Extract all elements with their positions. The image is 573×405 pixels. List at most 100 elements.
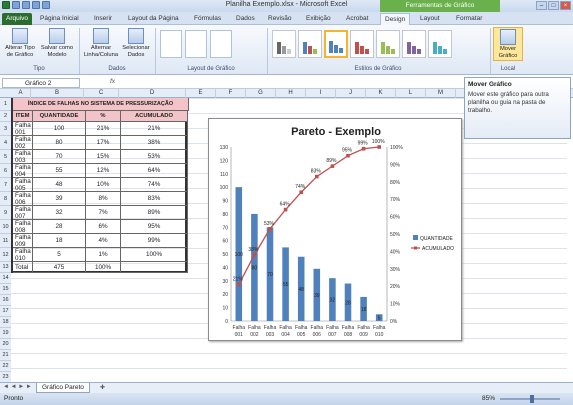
column-header-k[interactable]: K [366, 89, 396, 98]
column-header-c[interactable]: C [84, 89, 119, 98]
table-cell[interactable]: 55 [33, 164, 86, 178]
table-cell[interactable]: Falha 002 [13, 136, 33, 150]
table-cell[interactable]: 80 [33, 136, 86, 150]
table-cell[interactable]: 7% [86, 206, 121, 220]
table-cell[interactable]: 64% [121, 164, 188, 178]
row-header-5[interactable]: 5 [0, 150, 11, 164]
table-cell[interactable]: Falha 001 [13, 122, 33, 136]
tab-arquivo[interactable]: Arquivo [2, 13, 33, 25]
chart-style-option-selected[interactable] [324, 30, 348, 58]
chart-layout-option[interactable] [185, 30, 207, 58]
minimize-icon[interactable]: – [536, 1, 547, 10]
pareto-chart[interactable]: Pareto - Exemplo 0 10 20 30 40 50 60 70 80 90 100 1… [208, 118, 462, 341]
table-cell[interactable]: 28 [33, 220, 86, 234]
table-cell[interactable]: 5 [33, 248, 86, 262]
table-cell[interactable]: Falha 008 [13, 220, 33, 234]
table-cell[interactable]: 89% [121, 206, 188, 220]
column-header-f[interactable]: F [216, 89, 246, 98]
row-header-18[interactable]: 18 [0, 317, 11, 328]
chart-style-option[interactable] [298, 30, 322, 58]
table-cell[interactable]: 100 [33, 122, 86, 136]
table-cell[interactable]: Falha 010 [13, 248, 33, 262]
fx-icon[interactable]: fx [110, 78, 115, 85]
switch-row-column-button[interactable]: Alternar Linha/Coluna [82, 28, 120, 58]
table-cell[interactable]: 17% [86, 136, 121, 150]
column-header-e[interactable]: E [186, 89, 216, 98]
table-cell[interactable]: Falha 006 [13, 192, 33, 206]
table-total-cell[interactable]: 475 [33, 262, 86, 273]
close-icon[interactable]: × [560, 1, 571, 10]
table-total-cell[interactable] [121, 262, 188, 273]
table-cell[interactable]: 18 [33, 234, 86, 248]
table-cell[interactable]: 95% [121, 220, 188, 234]
table-cell[interactable]: 83% [121, 192, 188, 206]
row-header-13[interactable]: 13 [0, 262, 11, 273]
row-header-16[interactable]: 16 [0, 295, 11, 306]
column-header-b[interactable]: B [31, 89, 84, 98]
row-header-22[interactable]: 22 [0, 361, 11, 372]
table-cell[interactable]: 39 [33, 192, 86, 206]
table-cell[interactable]: 70 [33, 150, 86, 164]
chart-style-option[interactable] [350, 30, 374, 58]
tab-dados[interactable]: Dados [232, 13, 259, 25]
row-header-19[interactable]: 19 [0, 328, 11, 339]
table-header-cell[interactable]: ACUMULADO [121, 111, 188, 122]
column-header-j[interactable]: J [336, 89, 366, 98]
table-cell[interactable]: Falha 007 [13, 206, 33, 220]
table-cell[interactable]: 48 [33, 178, 86, 192]
tab-acrobat[interactable]: Acrobat [342, 13, 372, 25]
table-cell[interactable]: 1% [86, 248, 121, 262]
table-cell[interactable]: Falha 003 [13, 150, 33, 164]
name-box[interactable]: Gráfico 2 [2, 78, 80, 88]
table-cell[interactable]: 100% [121, 248, 188, 262]
column-header-l[interactable]: L [396, 89, 426, 98]
column-header-g[interactable]: G [246, 89, 276, 98]
change-chart-type-button[interactable]: Alterar Tipo de Gráfico [2, 28, 38, 58]
row-header-12[interactable]: 12 [0, 248, 11, 262]
maximize-icon[interactable]: □ [548, 1, 559, 10]
chart-style-option[interactable] [428, 30, 452, 58]
row-header-11[interactable]: 11 [0, 234, 11, 248]
table-cell[interactable]: 38% [121, 136, 188, 150]
row-header-1[interactable]: 1 [0, 98, 11, 111]
row-header-9[interactable]: 9 [0, 206, 11, 220]
tab-formulas[interactable]: Fórmulas [190, 13, 225, 25]
tab-exibicao[interactable]: Exibição [302, 13, 335, 25]
table-cell[interactable]: 12% [86, 164, 121, 178]
column-header-a[interactable]: A [11, 89, 31, 98]
zoom-slider-thumb[interactable] [530, 395, 534, 403]
tab-inserir[interactable]: Inserir [90, 13, 116, 25]
column-header-i[interactable]: I [306, 89, 336, 98]
move-chart-button[interactable]: Mover Gráfico [493, 27, 523, 61]
table-header-cell[interactable]: QUANTIDADE [33, 111, 86, 122]
table-cell[interactable]: 21% [121, 122, 188, 136]
table-cell[interactable]: 15% [86, 150, 121, 164]
table-cell[interactable]: 21% [86, 122, 121, 136]
row-header-15[interactable]: 15 [0, 284, 11, 295]
tab-layout[interactable]: Layout [416, 13, 444, 25]
table-cell[interactable]: 4% [86, 234, 121, 248]
sheet-tab-grafico-pareto[interactable]: Gráfico Pareto [36, 383, 90, 393]
tab-layout-pagina[interactable]: Layout da Página [124, 13, 183, 25]
table-cell[interactable]: 99% [121, 234, 188, 248]
chart-style-option[interactable] [272, 30, 296, 58]
table-header-cell[interactable]: ITEM [13, 111, 33, 122]
save-template-button[interactable]: Salvar como Modelo [40, 28, 74, 58]
row-header-10[interactable]: 10 [0, 220, 11, 234]
row-header-14[interactable]: 14 [0, 273, 11, 284]
table-total-cell[interactable]: 100% [86, 262, 121, 273]
tab-revisao[interactable]: Revisão [264, 13, 295, 25]
table-title[interactable]: ÍNDICE DE FALHAS NO SISTEMA DE PRESSURIZ… [13, 98, 189, 111]
chart-style-option[interactable] [376, 30, 400, 58]
chart-style-option[interactable] [402, 30, 426, 58]
column-header-d[interactable]: D [119, 89, 186, 98]
row-header-17[interactable]: 17 [0, 306, 11, 317]
row-header-7[interactable]: 7 [0, 178, 11, 192]
row-header-8[interactable]: 8 [0, 192, 11, 206]
row-header-21[interactable]: 21 [0, 350, 11, 361]
table-cell[interactable]: 6% [86, 220, 121, 234]
row-header-6[interactable]: 6 [0, 164, 11, 178]
table-header-cell[interactable]: % [86, 111, 121, 122]
row-header-4[interactable]: 4 [0, 136, 11, 150]
tab-formatar[interactable]: Formatar [452, 13, 486, 25]
